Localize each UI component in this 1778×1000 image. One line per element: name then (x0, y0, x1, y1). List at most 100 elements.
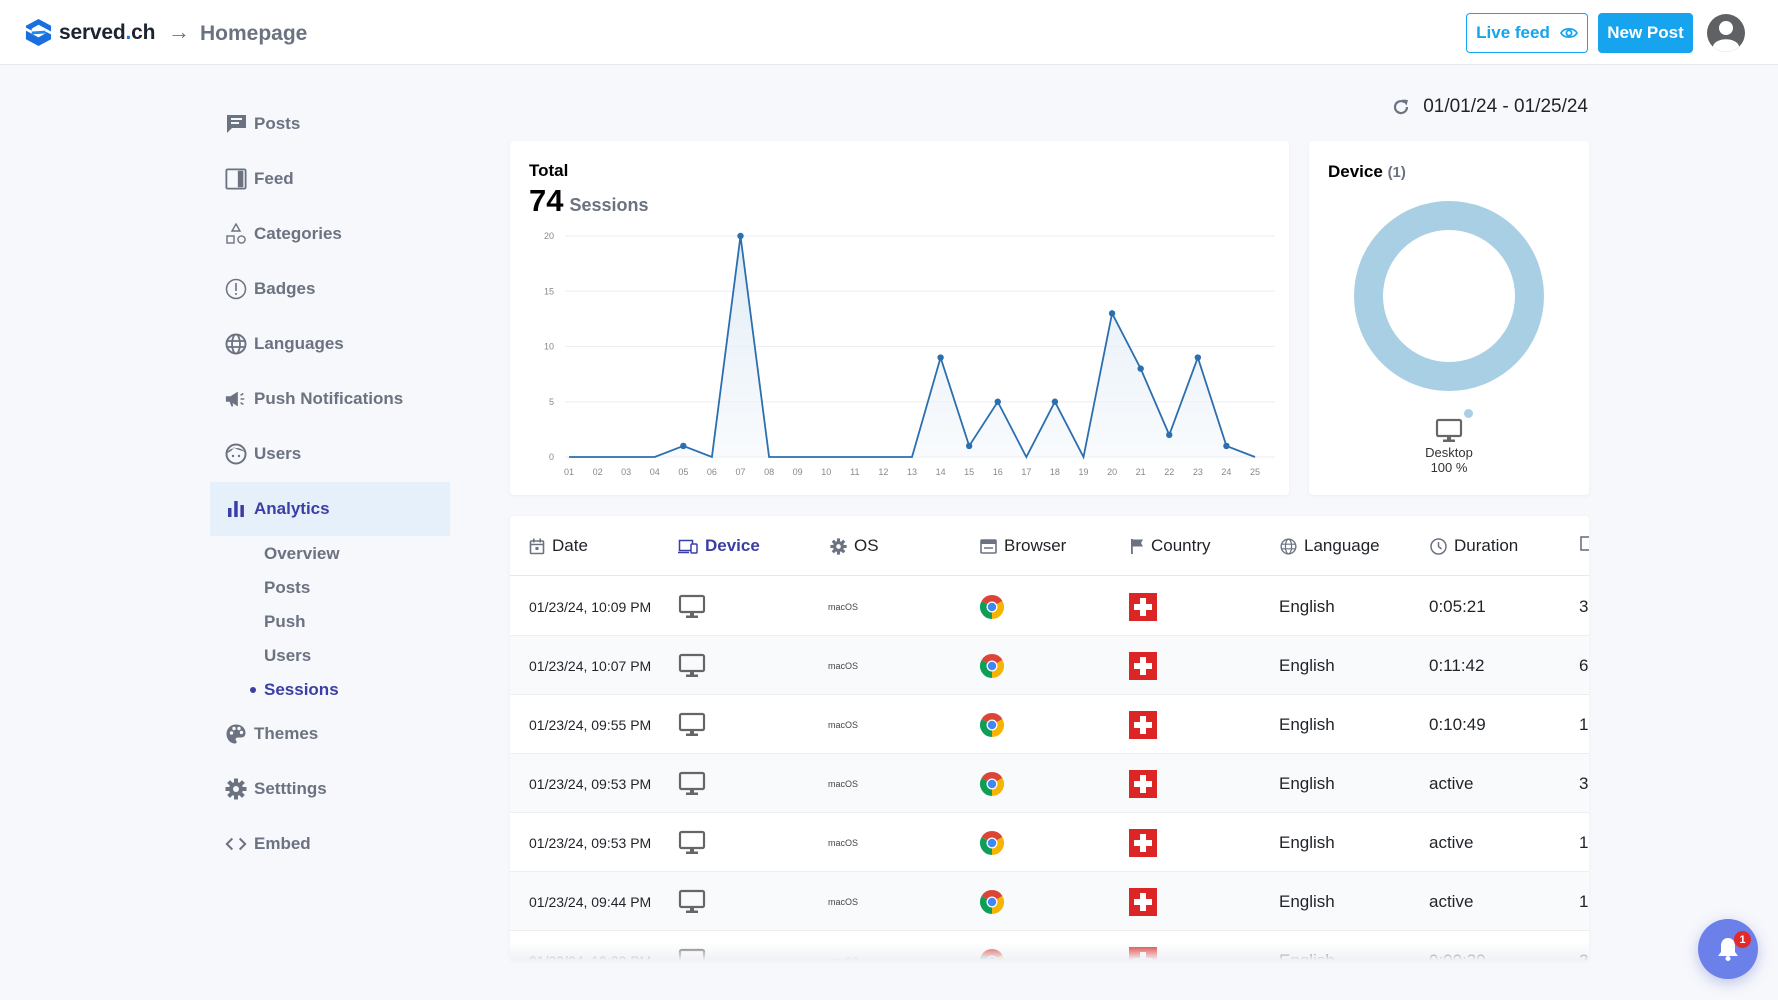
cell-truncated: 1 (1579, 714, 1589, 734)
x-tick-label: 25 (1250, 467, 1260, 477)
y-tick-label: 15 (544, 286, 554, 296)
x-tick-label: 16 (993, 467, 1003, 477)
sidebar-subitem-push[interactable]: Push (264, 612, 306, 632)
swiss-flag-icon (1129, 887, 1157, 916)
cell-language: English (1279, 714, 1335, 734)
column-header-device[interactable]: Device (678, 536, 760, 556)
top-header: served.ch → Homepage Live feed New Post (0, 0, 1778, 65)
sidebar-item-settings[interactable]: Setttings (210, 769, 450, 809)
sidebar-item-feed[interactable]: Feed (210, 159, 450, 199)
date-range-text: 01/01/24 - 01/25/24 (1423, 96, 1588, 117)
swiss-flag-icon (1129, 592, 1157, 621)
column-header-language[interactable]: Language (1280, 536, 1380, 556)
cell-os: macOS (828, 601, 859, 612)
column-header-truncated[interactable] (1580, 536, 1589, 551)
donut-slice[interactable] (1354, 201, 1544, 391)
data-point[interactable] (1166, 431, 1173, 439)
y-tick-label: 0 (549, 452, 554, 462)
x-tick-label: 12 (878, 467, 888, 477)
feed-panel-icon (225, 168, 247, 190)
sidebar-item-users[interactable]: Users (210, 434, 450, 474)
sidebar-subitem-posts[interactable]: Posts (264, 578, 310, 598)
globe-icon (1280, 537, 1297, 555)
data-point[interactable] (1051, 398, 1059, 405)
total-sessions-unit: Sessions (569, 195, 649, 215)
gear-icon (830, 537, 847, 555)
column-label: Device (705, 536, 760, 555)
device-legend[interactable]: Desktop 100 % (1309, 418, 1589, 475)
cell-duration: 0:11:42 (1429, 655, 1485, 675)
x-tick-label: 10 (821, 467, 831, 477)
cell-browser (979, 754, 1005, 813)
x-tick-label: 15 (964, 467, 974, 477)
notifications-button[interactable]: 1 (1698, 919, 1758, 979)
data-point[interactable] (965, 442, 973, 450)
live-feed-button[interactable]: Live feed (1466, 13, 1588, 53)
megaphone-icon (225, 388, 247, 410)
chart-title: Total (529, 161, 569, 180)
x-tick-label: 19 (1078, 467, 1088, 477)
sidebar-item-categories[interactable]: Categories (210, 214, 450, 254)
active-dot-icon (250, 687, 256, 693)
legend-value: 100 % (1430, 460, 1468, 475)
cell-language: English (1279, 773, 1335, 793)
data-point[interactable] (1223, 442, 1230, 450)
sidebar-subitem-users[interactable]: Users (264, 646, 311, 666)
y-tick-label: 20 (544, 231, 554, 241)
x-tick-label: 20 (1107, 467, 1117, 477)
sidebar-item-languages[interactable]: Languages (210, 324, 450, 364)
table-row[interactable]: 01/23/24, 09:44 PM macOS English active 1 (510, 872, 1589, 931)
sidebar-item-embed[interactable]: Embed (210, 824, 450, 864)
data-point[interactable] (737, 232, 744, 240)
sidebar-item-push-notifications[interactable]: Push Notifications (210, 379, 450, 419)
data-point[interactable] (1194, 354, 1202, 361)
column-label: Language (1304, 536, 1380, 555)
table-row[interactable]: 01/23/24, 10:09 PM macOS English 0:05:21 3 (510, 577, 1589, 636)
sidebar-item-label: Setttings (254, 779, 327, 798)
cell-country (1129, 636, 1157, 695)
cell-device (678, 813, 706, 872)
table-row[interactable]: 01/23/24, 09:53 PM macOS English active 1 (510, 813, 1589, 872)
bar-chart-icon (225, 498, 247, 520)
gear-icon (225, 778, 247, 800)
live-feed-label: Live feed (1476, 23, 1550, 42)
new-post-button[interactable]: New Post (1598, 13, 1693, 53)
column-header-duration[interactable]: Duration (1430, 536, 1518, 556)
column-header-browser[interactable]: Browser (980, 536, 1066, 556)
data-point[interactable] (937, 354, 944, 361)
table-row[interactable]: 01/23/24, 09:55 PM macOS English 0:10:49 1 (510, 695, 1589, 754)
cell-browser (979, 813, 1005, 872)
data-point[interactable] (680, 442, 687, 450)
user-avatar[interactable] (1707, 14, 1745, 52)
sidebar-item-label: Categories (254, 224, 342, 243)
sidebar-item-themes[interactable]: Themes (210, 714, 450, 754)
chrome-icon (979, 653, 1005, 678)
cell-browser (979, 872, 1005, 931)
breadcrumb-homepage[interactable]: Homepage (200, 22, 307, 46)
data-point[interactable] (1137, 365, 1144, 372)
sidebar-item-label: Languages (254, 334, 344, 353)
desktop-monitor-icon (1435, 418, 1463, 442)
x-tick-label: 05 (678, 467, 688, 477)
cell-date: 01/23/24, 09:53 PM (529, 834, 652, 851)
refresh-icon[interactable] (1391, 97, 1411, 117)
y-tick-label: 5 (549, 397, 554, 407)
sidebar-item-badges[interactable]: Badges (210, 269, 450, 309)
clock-icon (1430, 537, 1447, 555)
table-row[interactable]: 01/23/24, 10:07 PM macOS English 0:11:42 6 (510, 636, 1589, 695)
sidebar-subitem-sessions[interactable]: Sessions (250, 680, 339, 700)
date-range-picker[interactable]: 01/01/24 - 01/25/24 (1391, 96, 1588, 118)
sidebar-subitem-overview[interactable]: Overview (264, 544, 340, 564)
cell-browser (979, 695, 1005, 754)
column-header-country[interactable]: Country (1130, 536, 1211, 556)
data-point[interactable] (994, 398, 1001, 405)
sidebar-item-posts[interactable]: Posts (210, 104, 450, 144)
data-point[interactable] (1108, 310, 1116, 317)
brand-logo[interactable]: served.ch (24, 18, 155, 47)
table-row[interactable]: 01/23/24, 09:53 PM macOS English active 3 (510, 754, 1589, 813)
column-header-os[interactable]: OS (830, 536, 879, 556)
swiss-flag-icon (1129, 651, 1157, 680)
sidebar-item-analytics[interactable]: Analytics (210, 482, 450, 536)
sidebar-item-label: Themes (254, 724, 319, 743)
column-header-date[interactable]: Date (529, 536, 588, 556)
